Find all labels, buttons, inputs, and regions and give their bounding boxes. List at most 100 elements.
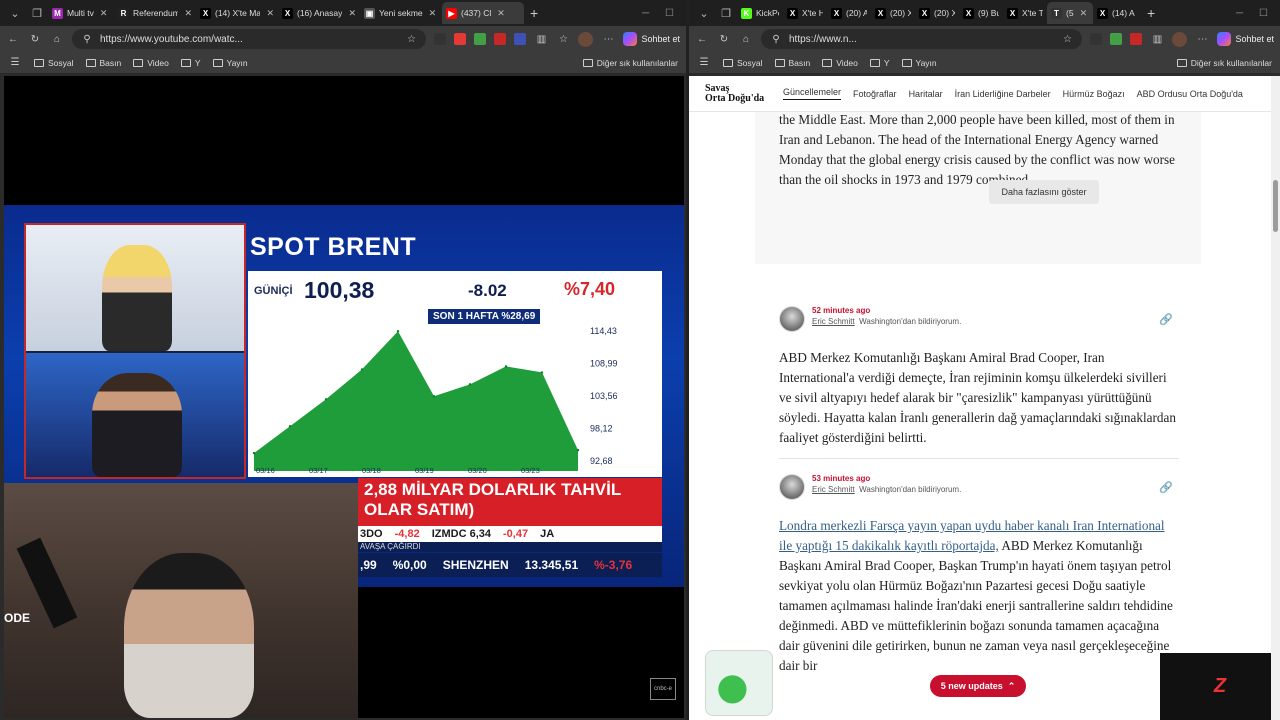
streamer-webcam: ODE xyxy=(4,483,358,718)
bookmark-folder[interactable]: Y xyxy=(180,58,201,68)
nav-link-us-military[interactable]: ABD Ordusu Orta Doğu'da xyxy=(1137,89,1243,99)
copilot-button[interactable]: Sohbet et xyxy=(1217,32,1274,46)
brand-line: Savaş xyxy=(705,82,730,94)
extension-icon[interactable] xyxy=(1090,33,1103,45)
bookmark-folder[interactable]: Basın xyxy=(774,58,810,68)
profile-avatar[interactable] xyxy=(1172,31,1188,47)
minimize-icon[interactable]: ─ xyxy=(642,8,649,19)
home-icon[interactable]: ⌂ xyxy=(739,32,753,46)
maximize-icon[interactable]: ☐ xyxy=(665,8,674,19)
bookmark-label: Diğer sık kullanılanlar xyxy=(596,57,678,68)
favorite-star-icon[interactable]: ☆ xyxy=(1060,32,1074,46)
extension-icon[interactable] xyxy=(454,33,467,45)
section-brand[interactable]: Savaş Orta Doğu'da xyxy=(705,82,771,104)
tab[interactable]: X (20) A xyxy=(827,2,871,24)
tab-active[interactable]: T (5 ✕ xyxy=(1047,2,1093,24)
more-menu-icon[interactable]: ⋯ xyxy=(601,32,615,46)
reload-icon[interactable]: ↻ xyxy=(717,32,731,46)
workspaces-icon[interactable]: ❐ xyxy=(26,2,48,24)
tab[interactable]: X (20) X xyxy=(915,2,959,24)
tab[interactable]: K KickPe xyxy=(737,2,783,24)
nav-link-photos[interactable]: Fotoğraflar xyxy=(853,89,897,99)
nav-link-maps[interactable]: Haritalar xyxy=(909,89,943,99)
close-tab-icon[interactable]: ✕ xyxy=(266,8,274,19)
back-icon[interactable]: ← xyxy=(6,32,20,46)
url-field[interactable]: ⚲ https://www.youtube.com/watc... ☆ xyxy=(72,29,427,49)
tab[interactable]: R Referendum ✕ xyxy=(114,2,196,24)
nav-link-iran-leadership[interactable]: İran Liderliğine Darbeler xyxy=(955,89,1051,99)
bookmark-folder[interactable]: Video xyxy=(822,58,858,68)
site-info-icon[interactable]: ⚲ xyxy=(769,32,783,46)
nav-link-updates[interactable]: Güncellemeler xyxy=(783,87,842,100)
favorites-icon[interactable]: ☆ xyxy=(556,32,570,46)
author-link[interactable]: Eric Schmitt xyxy=(812,317,855,326)
video-player[interactable]: SPOT BRENT GÜNİÇİ 100,38 -8.02 %7,40 SON… xyxy=(4,76,684,718)
back-icon[interactable]: ← xyxy=(695,32,709,46)
bookmark-manager-icon[interactable]: ☰ xyxy=(8,56,22,70)
copilot-button[interactable]: Sohbet et xyxy=(623,32,680,46)
extension-icon[interactable] xyxy=(494,33,507,45)
tab-active[interactable]: ▶ (437) Cl ✕ xyxy=(442,2,524,24)
right-browser-window: ⌄ ❐ K KickPe X X'te H X (20) A X (20) X X (20… xyxy=(689,0,1280,720)
minimize-icon[interactable]: ─ xyxy=(1236,8,1243,19)
profile-avatar[interactable] xyxy=(578,31,594,47)
tab[interactable]: X X'te T xyxy=(1003,2,1047,24)
close-tab-icon[interactable]: ✕ xyxy=(429,8,437,19)
scrollbar-thumb[interactable] xyxy=(1273,180,1278,232)
nav-link-hormuz[interactable]: Hürmüz Boğazı xyxy=(1063,89,1125,99)
close-tab-icon[interactable]: ✕ xyxy=(497,8,505,19)
folder-icon xyxy=(133,58,144,67)
tab-strip: ⌄ ❐ K KickPe X X'te H X (20) A X (20) X X (20… xyxy=(689,0,1280,26)
show-more-button[interactable]: Daha fazlasını göster xyxy=(989,180,1099,204)
url-field[interactable]: ⚲ https://www.n... ☆ xyxy=(761,29,1083,49)
close-tab-icon[interactable]: ✕ xyxy=(100,8,108,19)
bookmark-folder[interactable]: Y xyxy=(869,58,890,68)
extension-icon[interactable] xyxy=(474,33,487,45)
workspaces-icon[interactable]: ❐ xyxy=(715,2,737,24)
copy-link-icon[interactable]: 🔗 xyxy=(1155,308,1177,330)
copy-link-icon[interactable]: 🔗 xyxy=(1155,476,1177,498)
tab[interactable]: ▣ Yeni sekme ✕ xyxy=(360,2,442,24)
other-bookmarks[interactable]: Diğer sık kullanılanlar xyxy=(1176,58,1272,68)
extension-icon[interactable] xyxy=(514,33,527,45)
bookmark-folder[interactable]: Video xyxy=(133,58,169,68)
bookmark-folder[interactable]: Sosyal xyxy=(723,58,763,68)
author-link[interactable]: Eric Schmitt xyxy=(812,485,855,494)
close-tab-icon[interactable]: ✕ xyxy=(348,8,356,19)
bookmark-folder[interactable]: Basın xyxy=(85,58,121,68)
favorite-star-icon[interactable]: ☆ xyxy=(404,32,418,46)
tab[interactable]: M Multi tv ✕ xyxy=(48,2,114,24)
new-tab-icon[interactable]: + xyxy=(524,5,544,21)
extension-icon[interactable] xyxy=(1130,33,1143,45)
close-tab-icon[interactable]: ✕ xyxy=(184,8,192,19)
bookmark-folder[interactable]: Sosyal xyxy=(34,58,74,68)
tab[interactable]: X (14) A xyxy=(1093,2,1141,24)
new-tab-icon[interactable]: + xyxy=(1141,5,1161,21)
tab-actions-icon[interactable]: ⌄ xyxy=(693,2,715,24)
new-updates-button[interactable]: 5 new updates ⌃ xyxy=(930,675,1026,697)
data-point xyxy=(288,425,292,428)
other-bookmarks[interactable]: Diğer sık kullanılanlar xyxy=(582,57,678,68)
tab[interactable]: X (14) X'te Ma ✕ xyxy=(196,2,278,24)
tab-favicon-icon: K xyxy=(741,7,752,19)
bookmark-manager-icon[interactable]: ☰ xyxy=(697,56,711,70)
bookmark-folder[interactable]: Yayın xyxy=(212,58,248,68)
reload-icon[interactable]: ↻ xyxy=(28,32,42,46)
scrollbar[interactable] xyxy=(1271,76,1280,720)
split-screen-icon[interactable]: ▥ xyxy=(1150,32,1164,46)
tab[interactable]: X (16) Anasayf ✕ xyxy=(278,2,360,24)
bookmark-folder[interactable]: Yayın xyxy=(901,58,937,68)
extension-icon[interactable] xyxy=(434,33,447,45)
site-info-icon[interactable]: ⚲ xyxy=(80,32,94,46)
extension-icon[interactable] xyxy=(1110,33,1123,45)
tab[interactable]: X (20) X xyxy=(871,2,915,24)
close-tab-icon[interactable]: ✕ xyxy=(1080,8,1088,19)
tab[interactable]: X X'te H xyxy=(783,2,827,24)
more-menu-icon[interactable]: ⋯ xyxy=(1195,32,1209,46)
maximize-icon[interactable]: ☐ xyxy=(1259,8,1268,19)
split-screen-icon[interactable]: ▥ xyxy=(534,32,548,46)
tab[interactable]: X (9) Bu xyxy=(959,2,1003,24)
home-icon[interactable]: ⌂ xyxy=(50,32,64,46)
copilot-label: Sohbet et xyxy=(1235,34,1274,44)
tab-actions-icon[interactable]: ⌄ xyxy=(4,2,26,24)
